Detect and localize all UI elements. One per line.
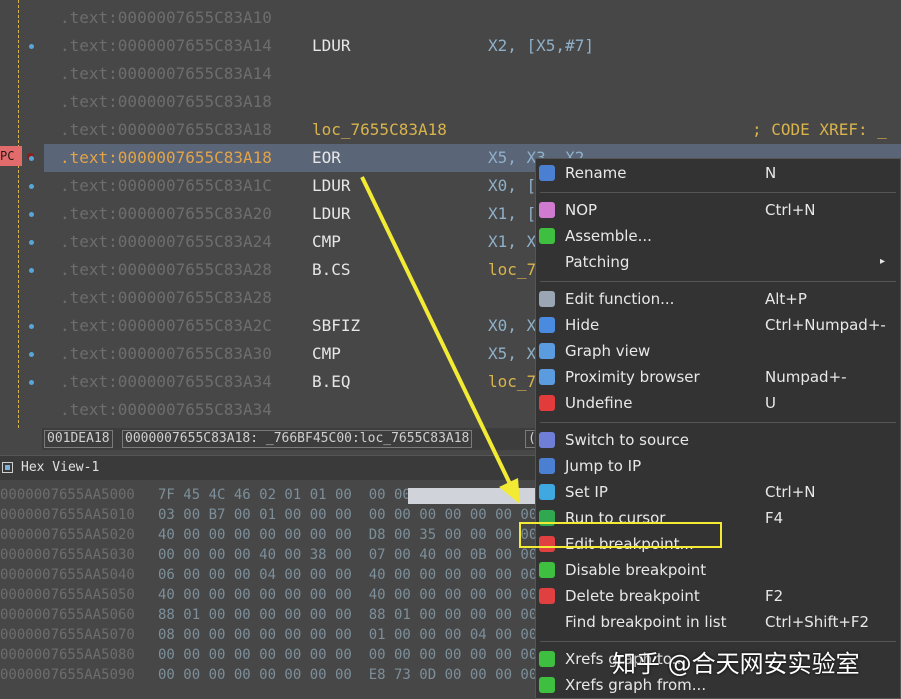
- menu-item-label: Assemble...: [565, 227, 652, 245]
- menu-item-hide[interactable]: Hide Ctrl+Numpad+-: [536, 313, 900, 337]
- menu-item-shortcut: Ctrl+Numpad+-: [765, 316, 886, 334]
- menu-item-shortcut: Numpad+-: [765, 368, 847, 386]
- menu-item-label: Switch to source: [565, 431, 689, 449]
- menu-item-rename[interactable]: Rename N: [536, 161, 900, 185]
- menu-item-proximity-browser[interactable]: Proximity browser Numpad+-: [536, 365, 900, 389]
- menu-item-shortcut: U: [765, 394, 776, 412]
- menu-separator: [540, 422, 896, 423]
- menu-separator: [540, 641, 896, 642]
- menu-item-shortcut: Alt+P: [765, 290, 807, 308]
- assemble-icon: [539, 228, 555, 244]
- menu-item-label: Find breakpoint in list: [565, 613, 727, 631]
- menu-item-label: Edit function...: [565, 290, 675, 308]
- menu-item-label: Proximity browser: [565, 368, 700, 386]
- menu-item-nop[interactable]: NOP Ctrl+N: [536, 198, 900, 222]
- menu-item-shortcut: F2: [765, 587, 784, 605]
- rename-icon: [539, 165, 555, 181]
- hide-icon: [539, 317, 555, 333]
- xrefs-to-icon: [539, 651, 555, 667]
- menu-item-assemble[interactable]: Assemble...: [536, 224, 900, 248]
- menu-item-label: Hide: [565, 316, 600, 334]
- menu-item-label: NOP: [565, 201, 598, 219]
- menu-item-patching[interactable]: Patching ▸: [536, 250, 900, 274]
- xrefs-from-icon: [539, 677, 555, 693]
- menu-item-label: Rename: [565, 164, 627, 182]
- delete-breakpoint-icon: [539, 588, 555, 604]
- menu-item-switch-to-source[interactable]: Switch to source: [536, 428, 900, 452]
- graph-view-icon: [539, 343, 555, 359]
- menu-item-label: Undefine: [565, 394, 633, 412]
- menu-item-jump-to-ip[interactable]: Jump to IP: [536, 454, 900, 478]
- menu-separator: [540, 192, 896, 193]
- menu-separator: [540, 281, 896, 282]
- context-menu[interactable]: Rename N NOP Ctrl+N Assemble... Patching ▸ Edit…: [535, 158, 901, 699]
- jump-icon: [539, 458, 555, 474]
- menu-item-edit-function[interactable]: Edit function... Alt+P: [536, 287, 900, 311]
- source-icon: [539, 432, 555, 448]
- proximity-icon: [539, 369, 555, 385]
- menu-item-find-breakpoint-in-list[interactable]: Find breakpoint in list Ctrl+Shift+F2: [536, 610, 900, 634]
- set-ip-icon: [539, 484, 555, 500]
- menu-item-label: Disable breakpoint: [565, 561, 707, 579]
- menu-item-graph-view[interactable]: Graph view: [536, 339, 900, 363]
- menu-item-shortcut: F4: [765, 509, 784, 527]
- menu-item-shortcut: N: [765, 164, 777, 182]
- menu-item-label: Patching: [565, 253, 630, 271]
- menu-item-set-ip[interactable]: Set IP Ctrl+N: [536, 480, 900, 504]
- menu-item-undefine[interactable]: Undefine U: [536, 391, 900, 415]
- menu-item-label: Set IP: [565, 483, 608, 501]
- menu-item-shortcut: Ctrl+Shift+F2: [765, 613, 870, 631]
- disable-breakpoint-icon: [539, 562, 555, 578]
- submenu-arrow-icon: ▸: [880, 256, 886, 267]
- function-icon: [539, 291, 555, 307]
- menu-item-shortcut: Ctrl+N: [765, 483, 816, 501]
- menu-item-label: Delete breakpoint: [565, 587, 700, 605]
- menu-item-disable-breakpoint[interactable]: Disable breakpoint: [536, 558, 900, 582]
- watermark: 知乎 @合天网安实验室: [612, 650, 860, 678]
- menu-item-label: Graph view: [565, 342, 651, 360]
- nop-icon: [539, 202, 555, 218]
- menu-item-shortcut: Ctrl+N: [765, 201, 816, 219]
- menu-item-delete-breakpoint[interactable]: Delete breakpoint F2: [536, 584, 900, 608]
- menu-item-label: Jump to IP: [565, 457, 642, 475]
- highlight-box: [519, 522, 722, 548]
- undefine-icon: [539, 395, 555, 411]
